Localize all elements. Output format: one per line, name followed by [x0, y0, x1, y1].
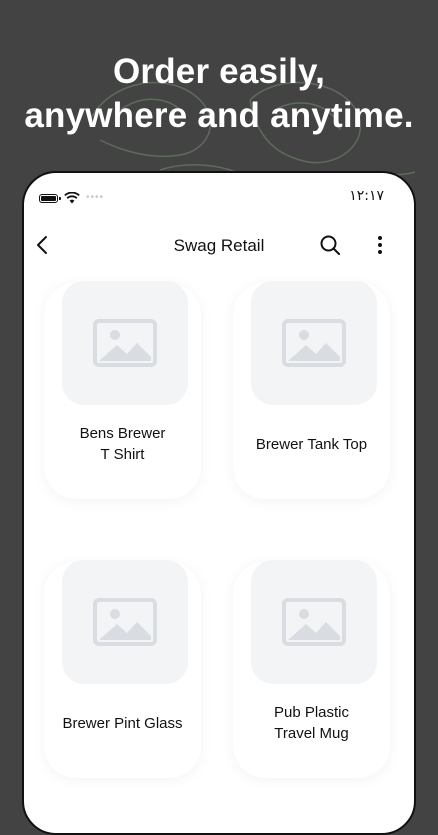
wifi-icon: [64, 192, 80, 204]
status-bar: •••• ١٢:١٧: [24, 173, 414, 217]
product-name-line: Travel Mug: [274, 725, 349, 742]
image-placeholder-icon: [93, 319, 157, 367]
product-name: Bens Brewer T Shirt: [52, 423, 193, 465]
product-thumbnail: [62, 560, 188, 684]
product-name: Brewer Pint Glass: [52, 713, 193, 734]
phone-frame: •••• ١٢:١٧ Swag Retail Bens Brewer T Shi…: [22, 171, 416, 835]
product-card[interactable]: Bens Brewer T Shirt: [44, 281, 201, 499]
promo-headline: Order easily, anywhere and anytime.: [0, 50, 438, 138]
product-name: Pub Plastic Travel Mug: [241, 702, 382, 744]
product-name-line: Brewer Pint Glass: [62, 715, 183, 732]
app-header: Swag Retail: [24, 223, 414, 267]
promo-headline-line-2: anywhere and anytime.: [24, 96, 414, 135]
product-card[interactable]: Brewer Tank Top: [233, 281, 390, 499]
product-card[interactable]: Pub Plastic Travel Mug: [233, 560, 390, 778]
signal-dots-icon: ••••: [86, 192, 105, 203]
image-placeholder-icon: [282, 598, 346, 646]
status-time: ١٢:١٧: [349, 188, 384, 204]
product-name-line: T Shirt: [100, 446, 145, 463]
product-name-line: Bens Brewer: [79, 425, 166, 442]
product-thumbnail: [62, 281, 188, 405]
product-name-line: Pub Plastic: [273, 704, 350, 721]
battery-icon: [39, 194, 61, 203]
product-card[interactable]: Brewer Pint Glass: [44, 560, 201, 778]
more-vertical-icon[interactable]: [372, 233, 388, 257]
product-name-line: Brewer Tank Top: [255, 436, 368, 453]
product-name: Brewer Tank Top: [241, 434, 382, 455]
promo-headline-line-1: Order easily,: [112, 52, 326, 91]
image-placeholder-icon: [282, 319, 346, 367]
image-placeholder-icon: [93, 598, 157, 646]
product-thumbnail: [251, 281, 377, 405]
product-thumbnail: [251, 560, 377, 684]
page-title: Swag Retail: [173, 236, 265, 255]
search-icon[interactable]: [318, 233, 342, 257]
